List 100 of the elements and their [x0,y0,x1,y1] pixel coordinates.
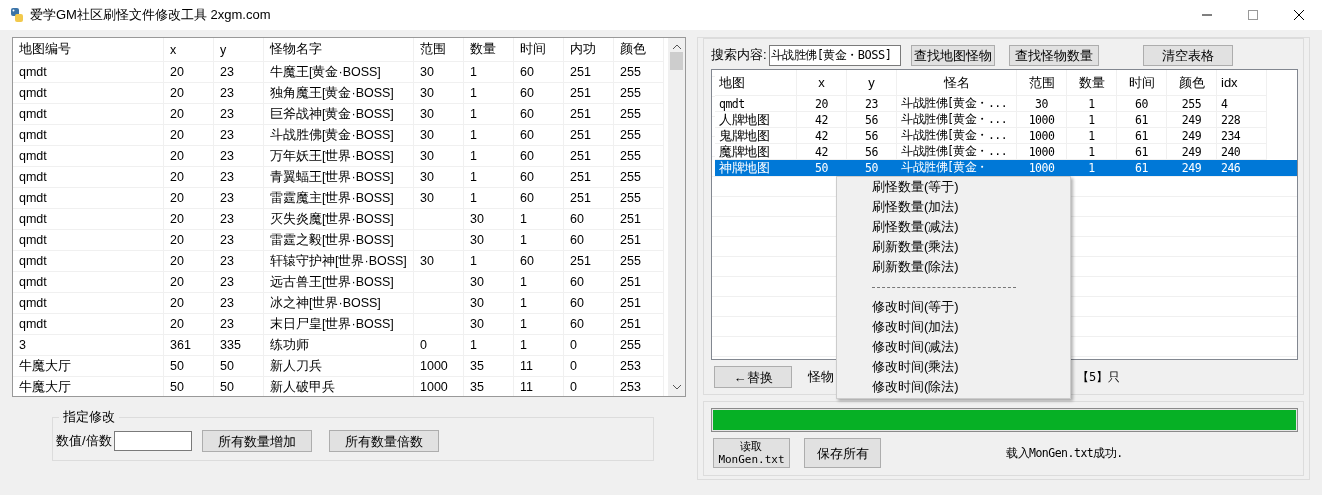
table-cell: 牛魔大厅 [13,377,164,396]
menu-item[interactable]: 修改时间(乘法) [837,357,1070,377]
column-header[interactable]: 时间 [514,38,564,62]
table-cell: 60 [514,188,564,209]
table-cell: 30 [464,314,514,335]
table-cell: 远古兽王[世界·BOSS] [264,272,414,293]
table-cell: 60 [564,209,614,230]
table-cell: 20 [164,188,214,209]
selected-row[interactable]: 神牌地图 50 50 斗战胜佛[黄金・ 1000 1 61 249 246 [715,160,1297,176]
menu-item[interactable]: 修改时间(等于) [837,297,1070,317]
table-row[interactable]: 魔牌地图 42 56 斗战胜佛[黄金・... 1000 1 61 249 240 [715,144,1297,160]
table-cell: 23 [214,314,264,335]
column-header[interactable]: y [214,38,264,62]
table-cell: 23 [214,167,264,188]
table-cell: 60 [564,230,614,251]
table-cell: 1 [464,104,514,125]
table-cell: 新人刀兵 [264,356,414,377]
table-cell: 0 [564,335,614,356]
clear-table-button[interactable]: 清空表格 [1142,44,1233,66]
table-cell: 1 [514,272,564,293]
input-field[interactable] [113,431,192,451]
table-cell: 30 [414,83,464,104]
table-cell: 20 [164,251,214,272]
table-cell: 255 [614,62,664,83]
table-cell: 30 [414,167,464,188]
table-cell: 巨斧战神[黄金·BOSS] [264,104,414,125]
menu-item[interactable]: 修改时间(减法) [837,337,1070,357]
table-cell: 30 [464,272,514,293]
column-header[interactable]: 内功 [564,38,614,62]
close-icon [1294,10,1304,20]
menu-item[interactable]: 刷新数量(乘法) [837,237,1070,257]
table-cell: 20 [164,125,214,146]
table-cell: 60 [564,272,614,293]
search-field[interactable]: 斗战胜佛[黄金・BOSS] [768,44,901,66]
column-header[interactable]: x [164,38,214,62]
scrollbar[interactable] [668,38,685,396]
table-cell: 0 [564,356,614,377]
table-cell: 61 [1117,160,1167,176]
table-cell: 1 [514,314,564,335]
increase-all-button[interactable]: 所有数量增加 [201,430,312,452]
menu-item[interactable]: 刷怪数量(等于) [837,177,1070,197]
menu-item[interactable]: 刷怪数量(减法) [837,217,1070,237]
find-map-monster-button[interactable]: 查找地图怪物 [910,44,995,66]
table-cell: 30 [414,62,464,83]
table-cell: 249 [1167,160,1217,176]
table-cell: qmdt [13,209,164,230]
table-cell: 3 [13,335,164,356]
scroll-down-icon[interactable] [671,384,682,390]
maximize-icon [1248,10,1258,20]
field-label: 数值/倍数 [56,432,112,450]
table-cell: 0 [564,377,614,396]
table-cell: 50 [214,356,264,377]
column-header[interactable]: 颜色 [614,38,664,62]
table-cell: qmdt [13,251,164,272]
table-cell: 50 [214,377,264,396]
menu-item[interactable]: 修改时间(除法) [837,377,1070,397]
menu-item[interactable]: 刷新数量(除法) [837,257,1070,277]
menu-item[interactable]: 修改时间(加法) [837,317,1070,337]
table-cell: 1 [514,335,564,356]
table-row[interactable]: 人牌地图 42 56 斗战胜佛[黄金・... 1000 1 61 249 228 [715,112,1297,128]
table-cell: qmdt [13,230,164,251]
table-cell: 251 [614,230,664,251]
table-cell: 255 [614,125,664,146]
table-cell: qmdt [13,167,164,188]
table-cell: 255 [614,251,664,272]
multiply-all-button[interactable]: 所有数量倍数 [328,430,439,452]
find-monster-count-button[interactable]: 查找怪物数量 [1008,44,1099,66]
table-cell: 雷霆之毅[世界·BOSS] [264,230,414,251]
table-cell: 1 [1067,160,1117,176]
table-row[interactable]: 鬼牌地图 42 56 斗战胜佛[黄金・... 1000 1 61 249 234 [715,128,1297,144]
table-cell: 23 [214,125,264,146]
save-all-button[interactable]: 保存所有 [804,438,881,468]
menu-item[interactable]: 刷怪数量(加法) [837,197,1070,217]
table-cell: 1 [464,83,514,104]
column-header[interactable]: 地图编号 [13,38,164,62]
replace-button[interactable]: ←替换 [714,366,792,388]
table-cell: 251 [614,293,664,314]
table-cell: 1 [514,230,564,251]
table-cell: 20 [164,83,214,104]
table-cell: qmdt [13,62,164,83]
scroll-thumb[interactable] [670,52,683,70]
table-cell: 251 [564,146,614,167]
table-cell: 23 [214,272,264,293]
column-header[interactable]: 数量 [464,38,514,62]
table-row[interactable]: qmdt 20 23 斗战胜佛[黄金・... 30 1 60 255 4 [715,96,1297,112]
load-file-button[interactable]: 读取 MonGen.txt [713,438,790,468]
table-cell: 1000 [414,356,464,377]
table-cell: 255 [614,83,664,104]
scroll-up-icon[interactable] [671,44,682,50]
table-cell: 60 [514,251,564,272]
table-cell: 轩辕守护神[世界·BOSS] [264,251,414,272]
table-cell: 1000 [414,377,464,396]
column-header[interactable]: 怪物名字 [264,38,414,62]
table-cell: 牛魔大厅 [13,356,164,377]
table-cell: 255 [614,167,664,188]
table-cell: 练功师 [264,335,414,356]
column-header[interactable]: 范围 [414,38,464,62]
table-cell: 60 [514,62,564,83]
table-cell: 30 [464,293,514,314]
table-cell: 万年妖王[世界·BOSS] [264,146,414,167]
